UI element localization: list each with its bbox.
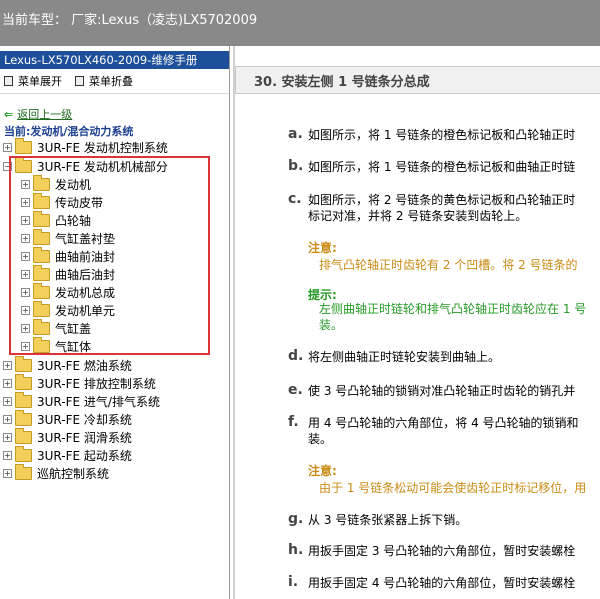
current-label: 当前:发动机/混合动力系统	[4, 125, 134, 138]
step-text: 用扳手固定 4 号凸轮轴的六角部位，暂时安装螺栓	[308, 576, 576, 590]
tree-item-engine-control[interactable]: +3UR-FE 发动机控制系统	[3, 137, 168, 156]
back-link[interactable]: ⇐ 返回上一级	[4, 106, 72, 122]
folder-icon	[15, 445, 32, 462]
expand-label: 菜单展开	[18, 75, 62, 88]
step-letter: h.	[288, 542, 304, 558]
note-text: 排气凸轮轴正时齿轮有 2 个凹槽。将 2 号链条的	[319, 258, 578, 272]
tree-item-cruise-control[interactable]: + 巡航控制系统	[3, 463, 110, 482]
folder-icon	[15, 355, 32, 372]
content-pane: 30. 安装左侧 1 号链条分总成 a. 如图所示，将 1 号链条的橙色标记板和…	[233, 46, 600, 599]
collapse-menu-button[interactable]: 菜单折叠	[75, 73, 133, 89]
step-letter: i.	[288, 574, 299, 590]
tree-label: 3UR-FE 燃油系统	[37, 358, 132, 373]
folder-icon	[15, 409, 32, 426]
note-label: 注意:	[308, 464, 337, 478]
expand-plus-icon[interactable]: +	[3, 450, 12, 460]
step-text: 装。	[308, 432, 333, 446]
tree-item-cooling[interactable]: +3UR-FE 冷却系统	[3, 409, 132, 428]
tree-label: 3UR-FE 排放控制系统	[37, 376, 156, 391]
expand-menu-button[interactable]: 菜单展开	[4, 73, 62, 89]
folder-icon	[15, 463, 32, 480]
expand-plus-icon[interactable]: +	[3, 142, 12, 152]
step-text: 标记对准，并将 2 号链条安装到齿轮上。	[308, 209, 528, 223]
note-text: 由于 1 号链条松动可能会使齿轮正时标记移位，用	[319, 481, 587, 495]
tree-label: 巡航控制系统	[37, 466, 110, 481]
collapse-icon	[75, 76, 84, 86]
divider	[0, 93, 229, 94]
tree-item-emission[interactable]: +3UR-FE 排放控制系统	[3, 373, 156, 392]
step-text: 如图所示，将 2 号链条的黄色标记板和凸轮轴正时	[308, 193, 576, 207]
tip-text: 左侧曲轴正时链轮和排气凸轮轴正时齿轮应在 1 号	[319, 302, 587, 316]
step-letter: c.	[288, 191, 302, 207]
highlight-box	[9, 156, 210, 355]
step-letter: a.	[288, 126, 303, 142]
step-letter: g.	[288, 511, 304, 527]
tree-label: 3UR-FE 发动机控制系统	[37, 140, 168, 155]
note-label: 注意:	[308, 241, 337, 255]
folder-icon	[15, 427, 32, 444]
folder-icon	[15, 137, 32, 154]
tree-label: 3UR-FE 冷却系统	[37, 412, 132, 427]
back-arrow-icon: ⇐	[4, 108, 14, 121]
folder-icon	[15, 391, 32, 408]
expand-plus-icon[interactable]: +	[3, 378, 12, 388]
expand-plus-icon[interactable]: +	[3, 468, 12, 478]
expand-plus-icon[interactable]: +	[3, 414, 12, 424]
step-letter: e.	[288, 382, 303, 398]
title-bar: 当前车型： 厂家:Lexus（凌志)LX5702009	[0, 0, 600, 46]
expand-plus-icon[interactable]: +	[3, 360, 12, 370]
tree-label: 3UR-FE 起动系统	[37, 448, 132, 463]
back-label[interactable]: 返回上一级	[17, 108, 72, 121]
vehicle-title: 当前车型： 厂家:Lexus（凌志)LX5702009	[2, 13, 258, 28]
tree-item-fuel[interactable]: +3UR-FE 燃油系统	[3, 355, 132, 374]
step-letter: b.	[288, 158, 304, 174]
section-title: 30. 安装左侧 1 号链条分总成	[254, 75, 430, 90]
step-text: 将左侧曲轴正时链轮安装到曲轴上。	[308, 350, 501, 364]
manual-title: Lexus-LX570LX460-2009-维修手册	[0, 51, 229, 69]
tree-item-intake-exhaust[interactable]: +3UR-FE 进气/排气系统	[3, 391, 160, 410]
step-letter: d.	[288, 348, 304, 364]
tree-item-lubrication[interactable]: +3UR-FE 润滑系统	[3, 427, 132, 446]
step-text: 用 4 号凸轮轴的六角部位，将 4 号凸轮轴的锁销和	[308, 416, 579, 430]
tree-label: 3UR-FE 进气/排气系统	[37, 394, 160, 409]
tree-label: 3UR-FE 润滑系统	[37, 430, 132, 445]
section-header: 30. 安装左侧 1 号链条分总成	[235, 66, 600, 94]
step-text: 使 3 号凸轮轴的锁销对准凸轮轴正时齿轮的销孔并	[308, 384, 576, 398]
step-letter: f.	[288, 414, 299, 430]
step-text: 从 3 号链条张紧器上拆下销。	[308, 513, 468, 527]
collapse-label: 菜单折叠	[89, 75, 133, 88]
expand-plus-icon[interactable]: +	[3, 396, 12, 406]
step-text: 如图所示，将 1 号链条的橙色标记板和曲轴正时链	[308, 160, 576, 174]
tip-label: 提示:	[308, 288, 337, 302]
tip-text: 装。	[319, 318, 344, 332]
step-text: 如图所示，将 1 号链条的橙色标记板和凸轮轴正时	[308, 128, 576, 142]
step-text: 用扳手固定 3 号凸轮轴的六角部位，暂时安装螺栓	[308, 544, 576, 558]
divider	[233, 46, 235, 599]
tree-item-starting[interactable]: +3UR-FE 起动系统	[3, 445, 132, 464]
expand-icon	[4, 76, 13, 86]
folder-icon	[15, 373, 32, 390]
expand-plus-icon[interactable]: +	[3, 432, 12, 442]
sidebar: Lexus-LX570LX460-2009-维修手册 菜单展开 菜单折叠 ⇐ 返回…	[0, 46, 230, 599]
